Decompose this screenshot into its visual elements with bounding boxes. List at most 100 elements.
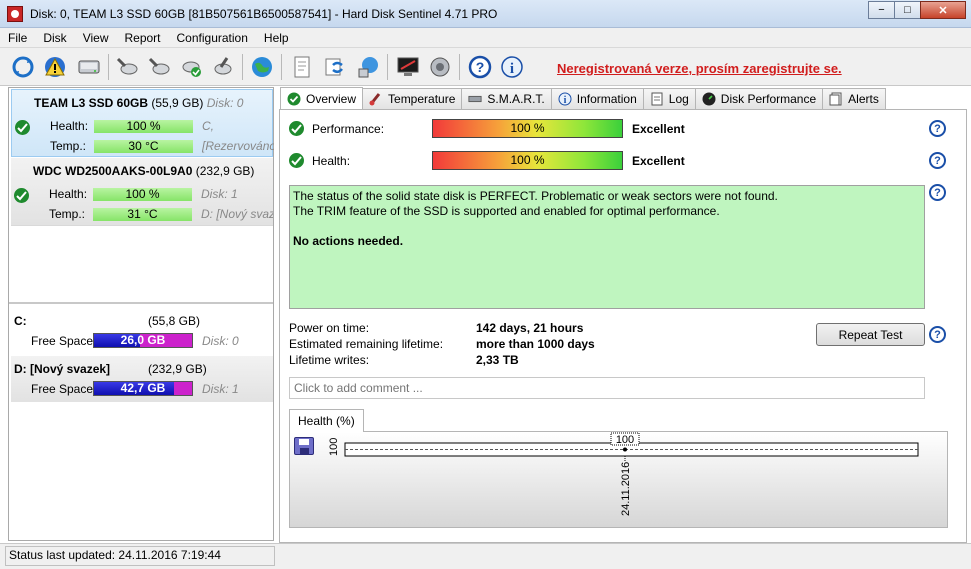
toolbar: ? i Neregistrovaná verze, prosím zaregis…: [0, 48, 971, 86]
disk-number: Disk: 0: [206, 96, 244, 110]
monitor-icon[interactable]: [395, 54, 421, 80]
help-icon[interactable]: ?: [929, 152, 946, 169]
disk-number: Disk: 0: [202, 334, 239, 348]
tab-overview[interactable]: Overview: [280, 87, 364, 109]
health-ok-icon: [289, 153, 304, 168]
chip-icon: [468, 92, 482, 106]
sync-icon[interactable]: [322, 54, 348, 80]
alerts-icon: [829, 92, 843, 106]
health-bar: 100 %: [432, 151, 623, 170]
tab-temperature[interactable]: Temperature: [362, 88, 463, 109]
unregistered-link[interactable]: Neregistrovaná verze, prosím zaregistruj…: [557, 61, 842, 76]
status-description: The status of the solid state disk is PE…: [289, 185, 925, 309]
tab-label: Overview: [306, 91, 357, 106]
free-space-value: 42,7 GB: [120, 381, 166, 395]
free-space-value: 26,0 GB: [120, 333, 166, 347]
tab-label: Temperature: [388, 92, 456, 106]
info-icon[interactable]: i: [499, 54, 525, 80]
drive-letters: C,: [202, 119, 214, 133]
health-rating: Excellent: [632, 154, 685, 168]
disk-card-0[interactable]: TEAM L3 SSD 60GB (55,9 GB) Disk: 0 Healt…: [11, 89, 274, 157]
disk-title: TEAM L3 SSD 60GB (55,9 GB) Disk: 0: [34, 96, 243, 110]
free-space-bar: 42,7 GB: [93, 381, 193, 396]
panel-divider: [9, 302, 273, 304]
remaining-lifetime-label: Estimated remaining lifetime:: [289, 337, 444, 351]
volume-name: [Rezervováno: [202, 139, 274, 153]
disk-size: (55,9 GB): [151, 96, 204, 110]
volume-card-c[interactable]: C: (55,8 GB) Free Space 26,0 GB Disk: 0: [11, 308, 273, 354]
chart-data-label: 100: [616, 434, 634, 446]
disk-list-panel: TEAM L3 SSD 60GB (55,9 GB) Disk: 0 Healt…: [8, 87, 274, 541]
info-icon: i: [558, 92, 572, 106]
close-button[interactable]: ✕: [920, 1, 966, 19]
window-controls: − □ ✕: [868, 1, 966, 19]
temp-value: 31 °C: [93, 208, 192, 221]
volume-size: (55,8 GB): [148, 314, 201, 328]
disk-title: WDC WD2500AAKS-00L9A0 (232,9 GB): [33, 164, 254, 178]
svg-text:i: i: [510, 61, 514, 77]
tab-alerts[interactable]: Alerts: [822, 88, 886, 109]
volume-name: D: [Nový svaz: [201, 207, 273, 221]
network-icon[interactable]: [355, 54, 381, 80]
performance-ok-icon: [289, 121, 304, 136]
overview-panel: Performance: 100 % Excellent ? Health: 1…: [279, 109, 967, 543]
warning-icon[interactable]: [42, 54, 68, 80]
tab-log[interactable]: Log: [642, 88, 696, 109]
menu-file[interactable]: File: [0, 28, 35, 47]
help-icon[interactable]: ?: [929, 326, 946, 343]
tab-smart[interactable]: S.M.A.R.T.: [461, 88, 552, 109]
refresh-icon[interactable]: [10, 54, 36, 80]
comment-input[interactable]: [289, 377, 925, 399]
free-space-label: Free Space: [31, 334, 94, 348]
window-title: Disk: 0, TEAM L3 SSD 60GB [81B507561B650…: [30, 7, 498, 21]
status-line: The status of the solid state disk is PE…: [293, 189, 778, 203]
title-bar: Disk: 0, TEAM L3 SSD 60GB [81B507561B650…: [0, 0, 971, 28]
tab-information[interactable]: i Information: [550, 88, 644, 109]
help-icon[interactable]: ?: [929, 120, 946, 137]
disk-card-1[interactable]: WDC WD2500AAKS-00L9A0 (232,9 GB) Health:…: [11, 158, 273, 226]
tab-label: S.M.A.R.T.: [487, 92, 545, 106]
disk-icon[interactable]: [76, 54, 102, 80]
temp-label: Temp.:: [50, 139, 87, 153]
menu-disk[interactable]: Disk: [35, 28, 74, 47]
report-icon[interactable]: [289, 54, 315, 80]
health-chart-plot: 100 100 24.11.2016: [328, 432, 919, 516]
help-icon[interactable]: ?: [467, 54, 493, 80]
disk-name: WDC WD2500AAKS-00L9A0: [33, 164, 193, 178]
help-icon[interactable]: ?: [929, 184, 946, 201]
minimize-button[interactable]: −: [868, 1, 895, 19]
health-chart: 100 100 24.11.2016: [289, 431, 948, 528]
svg-text:i: i: [563, 95, 566, 106]
maximize-button[interactable]: □: [894, 1, 921, 19]
disk-check-icon[interactable]: [178, 54, 204, 80]
tab-label: Alerts: [848, 92, 879, 106]
x-tick-label: 24.11.2016: [620, 462, 632, 516]
repeat-test-button[interactable]: Repeat Test: [816, 323, 925, 346]
performance-label: Performance:: [312, 122, 385, 136]
power-on-label: Power on time:: [289, 321, 370, 335]
status-action: No actions needed.: [293, 234, 404, 248]
lifetime-writes-value: 2,33 TB: [476, 353, 519, 367]
menu-help[interactable]: Help: [256, 28, 297, 47]
menu-report[interactable]: Report: [116, 28, 168, 47]
disk-size: (232,9 GB): [195, 164, 255, 178]
volume-card-d[interactable]: D: [Nový svazek] (232,9 GB) Free Space 4…: [11, 356, 273, 402]
disk-tools-icon-3[interactable]: [210, 54, 236, 80]
chart-data-point: [623, 447, 627, 452]
menu-view[interactable]: View: [75, 28, 117, 47]
tab-label: Log: [668, 92, 689, 106]
free-space-bar: 26,0 GB: [93, 333, 193, 348]
menu-configuration[interactable]: Configuration: [169, 28, 256, 47]
disk-tools-icon-1[interactable]: [114, 54, 140, 80]
volume-size: (232,9 GB): [148, 362, 207, 376]
y-tick-label: 100: [328, 438, 340, 456]
health-label: Health:: [312, 154, 351, 168]
sound-icon[interactable]: [427, 54, 453, 80]
tab-health-percent[interactable]: Health (%): [289, 409, 364, 432]
check-icon: [287, 92, 301, 106]
temp-value: 30 °C: [94, 140, 193, 153]
tab-disk-performance[interactable]: Disk Performance: [694, 88, 824, 109]
globe-icon[interactable]: [249, 54, 275, 80]
tab-strip: Overview Temperature S.M.A.R.T. i Inform…: [280, 87, 886, 109]
disk-tools-icon-2[interactable]: [146, 54, 172, 80]
